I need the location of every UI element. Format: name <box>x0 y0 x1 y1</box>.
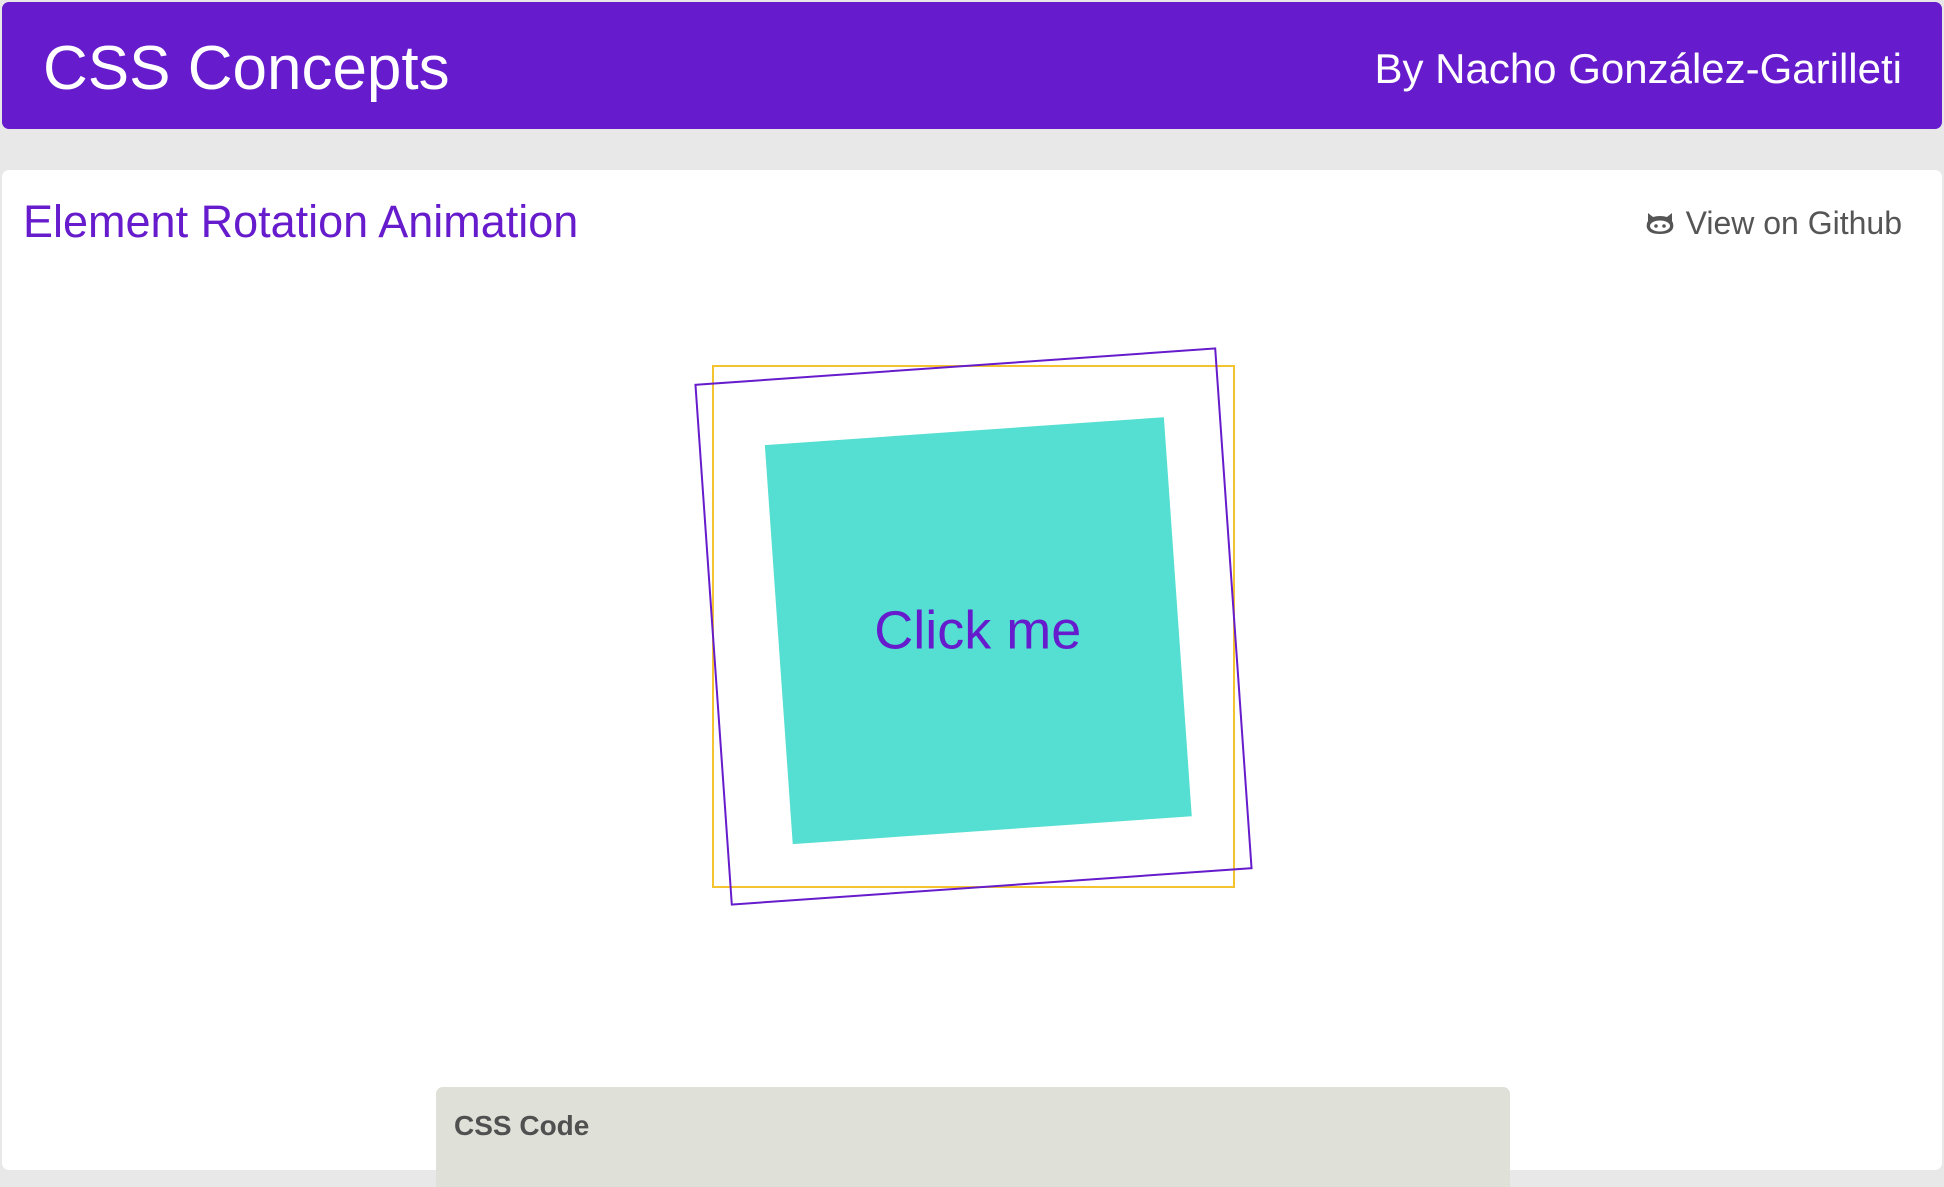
view-on-github-link[interactable]: View on Github <box>1644 203 1902 243</box>
site-title: CSS Concepts <box>43 34 450 103</box>
rotation-stage-original-outline: Click me <box>694 347 1253 906</box>
css-code-title: CSS Code <box>454 1110 590 1141</box>
rotation-frame-rotated: Click me <box>694 347 1253 906</box>
click-me-label: Click me <box>874 600 1082 661</box>
css-code-panel: CSS Code <box>436 1087 1510 1187</box>
author-byline: By Nacho González-Garilleti <box>1374 45 1902 92</box>
click-me-box[interactable]: Click me <box>764 417 1192 845</box>
demo-title: Element Rotation Animation <box>23 196 579 247</box>
github-icon <box>1644 207 1676 239</box>
demo-card: Element Rotation Animation View on Githu… <box>2 170 1942 1187</box>
github-link-label: View on Github <box>1685 205 1902 241</box>
app-header: CSS Concepts By Nacho González-Garilleti <box>2 2 1942 129</box>
